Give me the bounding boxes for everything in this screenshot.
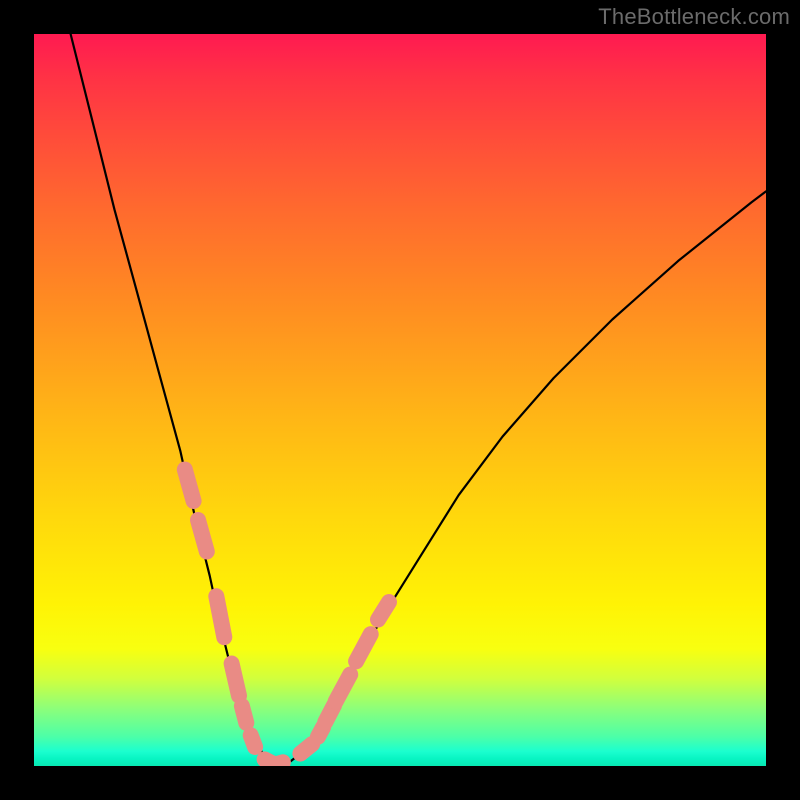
highlight-segment [318,727,323,737]
highlight-segment [356,634,371,661]
curve-svg [34,34,766,766]
markers-group [185,470,389,764]
watermark-text: TheBottleneck.com [598,4,790,30]
highlight-segment [265,759,272,763]
highlight-segment [378,602,389,620]
chart-frame: TheBottleneck.com [0,0,800,800]
highlight-segment [232,664,239,696]
highlight-segment [336,675,351,702]
plot-area [34,34,766,766]
highlight-segment [278,762,283,764]
highlight-segment [251,735,255,747]
bottleneck-curve [71,34,766,764]
highlight-segment [198,520,207,552]
highlight-segment [216,596,224,637]
curve-group [71,34,766,764]
highlight-segment [325,705,334,722]
highlight-segment [300,744,312,754]
highlight-segment [242,706,246,723]
highlight-segment [185,470,194,502]
